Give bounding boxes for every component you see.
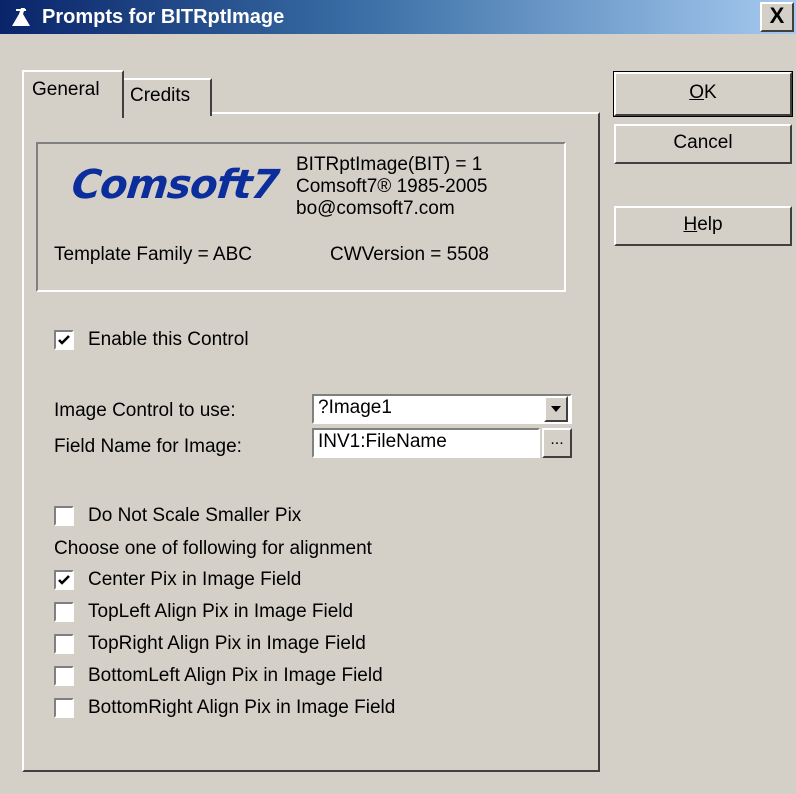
comsoft7-logo: Comsoft7 (69, 162, 281, 208)
email-line: bo@comsoft7.com (296, 198, 455, 219)
field-name-input[interactable]: INV1:FileName (312, 428, 540, 458)
align-bottomright-label[interactable]: BottomRight Align Pix in Image Field (88, 697, 395, 719)
enable-control-label[interactable]: Enable this Control (88, 329, 249, 351)
help-label-rest: elp (697, 214, 723, 235)
app-icon (12, 8, 30, 26)
template-family: Template Family = ABC (54, 244, 252, 265)
align-topleft-checkbox[interactable] (54, 602, 74, 622)
tab-general[interactable]: General (22, 70, 124, 118)
image-control-label: Image Control to use: (54, 400, 236, 421)
ok-label-rest: K (704, 82, 717, 103)
align-topright-checkbox[interactable] (54, 634, 74, 654)
align-bottomright-checkbox[interactable] (54, 698, 74, 718)
help-mnemonic: H (683, 214, 698, 235)
dropdown-button[interactable] (544, 396, 568, 422)
checkmark-icon (58, 575, 70, 585)
title-bar[interactable]: Prompts for BITRptImage (0, 0, 796, 34)
version-line: BITRptImage(BIT) = 1 (296, 154, 483, 175)
field-name-value: INV1:FileName (318, 431, 447, 452)
image-control-value: ?Image1 (318, 397, 392, 418)
cw-version: CWVersion = 5508 (330, 244, 489, 265)
checkmark-icon (58, 335, 70, 345)
window-title: Prompts for BITRptImage (42, 6, 285, 28)
cancel-button[interactable]: Cancel (614, 124, 792, 164)
field-name-label: Field Name for Image: (54, 436, 242, 457)
tab-credits[interactable]: Credits (122, 78, 212, 116)
ok-mnemonic: O (689, 82, 705, 103)
align-topright-label[interactable]: TopRight Align Pix in Image Field (88, 633, 366, 655)
align-bottomleft-label[interactable]: BottomLeft Align Pix in Image Field (88, 665, 383, 687)
close-button[interactable]: X (760, 2, 794, 32)
help-button[interactable]: Help (614, 206, 792, 246)
copyright-line: Comsoft7® 1985-2005 (296, 176, 488, 197)
do-not-scale-checkbox[interactable] (54, 506, 74, 526)
enable-control-checkbox[interactable] (54, 330, 74, 350)
align-topleft-label[interactable]: TopLeft Align Pix in Image Field (88, 601, 353, 623)
align-center-checkbox[interactable] (54, 570, 74, 590)
image-control-select[interactable]: ?Image1 (312, 394, 572, 424)
ok-button[interactable]: OK (613, 71, 793, 117)
align-center-label[interactable]: Center Pix in Image Field (88, 569, 301, 591)
align-bottomleft-checkbox[interactable] (54, 666, 74, 686)
chevron-down-icon (551, 406, 561, 412)
alignment-heading: Choose one of following for alignment (54, 538, 372, 559)
do-not-scale-label[interactable]: Do Not Scale Smaller Pix (88, 505, 301, 527)
browse-button[interactable]: ... (542, 428, 572, 458)
